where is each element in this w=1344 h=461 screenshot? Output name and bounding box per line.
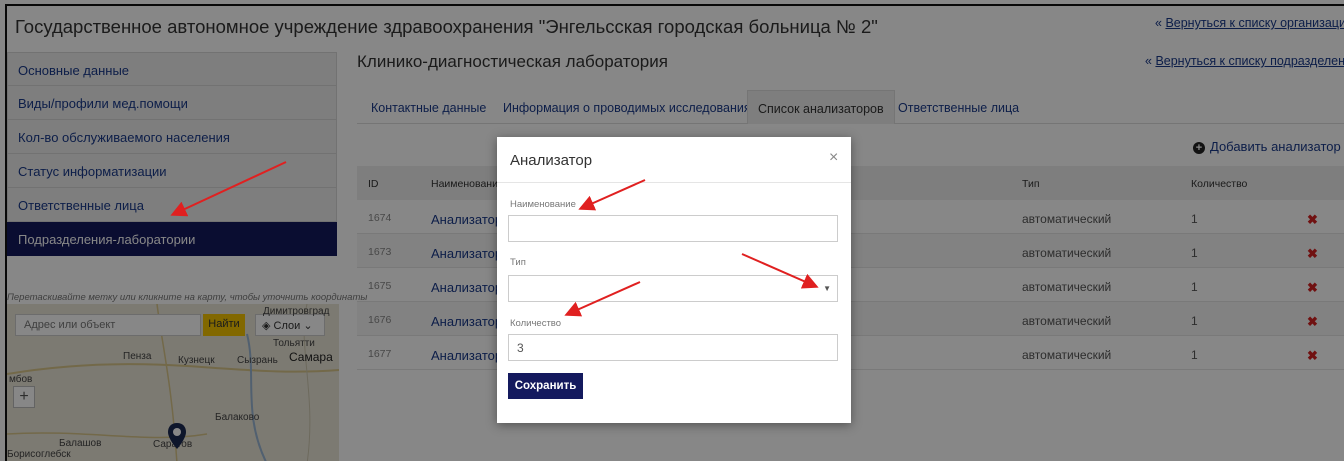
modal-title: Анализатор <box>510 152 593 169</box>
name-field-label: Наименование <box>510 199 576 210</box>
modal-divider <box>497 182 851 183</box>
type-field-label: Тип <box>510 257 526 268</box>
caret-down-icon: ▼ <box>823 284 831 293</box>
analyzer-modal: Анализатор × Наименование Тип ▼ Количест… <box>497 137 851 423</box>
quantity-field[interactable]: 3 <box>508 334 838 361</box>
type-select[interactable]: ▼ <box>508 275 838 302</box>
name-field[interactable] <box>508 215 838 242</box>
save-button[interactable]: Сохранить <box>508 373 583 399</box>
quantity-field-label: Количество <box>510 318 562 329</box>
close-icon[interactable]: × <box>829 149 838 167</box>
